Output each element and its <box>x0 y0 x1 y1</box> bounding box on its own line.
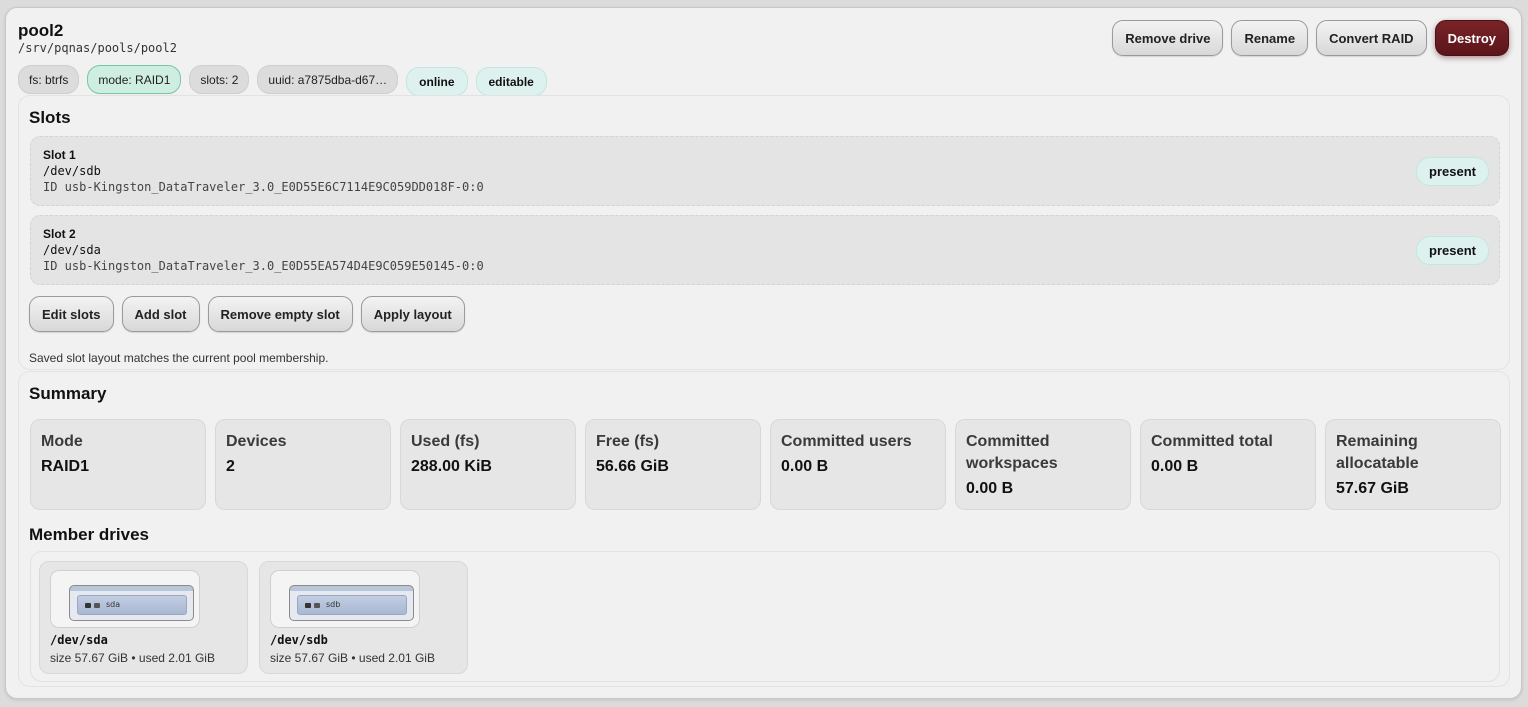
stat-label: Committed total <box>1151 433 1273 450</box>
rename-button[interactable]: Rename <box>1231 20 1309 56</box>
stat-value: 288.00 KiB <box>411 458 492 475</box>
pool-actions: Remove drive Rename Convert RAID Destroy <box>1112 20 1509 56</box>
stat-label: Used (fs) <box>411 433 480 450</box>
drive-device: /dev/sda <box>50 633 108 647</box>
pool-title: pool2 <box>18 21 64 40</box>
destroy-button[interactable]: Destroy <box>1434 20 1509 56</box>
slot-layout-note: Saved slot layout matches the current po… <box>29 351 329 365</box>
drive-size: size 57.67 GiB • used 2.01 GiB <box>50 651 215 665</box>
slot-device: /dev/sdb <box>43 164 101 178</box>
slot-status-badge: present <box>1416 157 1489 186</box>
editable-badge: editable <box>475 67 547 96</box>
stat-committed-users: Committed users 0.00 B <box>770 419 946 510</box>
drive-card[interactable]: sda /dev/sda size 57.67 GiB • used 2.01 … <box>39 561 248 674</box>
convert-raid-button[interactable]: Convert RAID <box>1316 20 1427 56</box>
stat-remaining-allocatable: Remaining allocatable 57.67 GiB <box>1325 419 1501 510</box>
stat-label: Committed users <box>781 433 912 450</box>
slot-row: Slot 1 /dev/sdb ID usb-Kingston_DataTrav… <box>30 136 1500 206</box>
stat-free: Free (fs) 56.66 GiB <box>585 419 761 510</box>
pool-card: pool2 /srv/pqnas/pools/pool2 Remove driv… <box>5 7 1522 699</box>
add-slot-button[interactable]: Add slot <box>121 296 200 332</box>
stat-label: Committed workspaces <box>966 433 1058 472</box>
slot-id: ID usb-Kingston_DataTraveler_3.0_E0D55EA… <box>43 259 484 273</box>
stat-label: Mode <box>41 433 83 450</box>
slots-section: Slots Slot 1 /dev/sdb ID usb-Kingston_Da… <box>18 95 1510 370</box>
slot-row: Slot 2 /dev/sda ID usb-Kingston_DataTrav… <box>30 215 1500 285</box>
stat-value: RAID1 <box>41 458 90 475</box>
stat-label: Free (fs) <box>596 433 660 450</box>
member-drives-title: Member drives <box>29 525 149 544</box>
slot-device: /dev/sda <box>43 243 101 257</box>
slot-name: Slot 2 <box>43 227 76 241</box>
slot-id: ID usb-Kingston_DataTraveler_3.0_E0D55E6… <box>43 180 484 194</box>
slot-status-badge: present <box>1416 236 1489 265</box>
stat-value: 0.00 B <box>781 458 829 475</box>
stat-committed-workspaces: Committed workspaces 0.00 B <box>955 419 1131 510</box>
stat-value: 2 <box>226 458 235 475</box>
stat-committed-total: Committed total 0.00 B <box>1140 419 1316 510</box>
slot-actions: Edit slots Add slot Remove empty slot Ap… <box>29 296 465 332</box>
stat-value: 0.00 B <box>966 480 1014 497</box>
mode-chip: mode: RAID1 <box>87 65 182 94</box>
slots-title: Slots <box>29 108 71 127</box>
summary-section: Summary Mode RAID1 Devices 2 Used (fs) 2… <box>18 371 1510 687</box>
uuid-chip: uuid: a7875dba-d67… <box>257 65 399 94</box>
stat-value: 57.67 GiB <box>1336 480 1409 497</box>
pool-chips: fs: btrfs mode: RAID1 slots: 2 uuid: a78… <box>18 65 547 96</box>
remove-empty-slot-button[interactable]: Remove empty slot <box>207 296 353 332</box>
edit-slots-button[interactable]: Edit slots <box>29 296 114 332</box>
stat-used: Used (fs) 288.00 KiB <box>400 419 576 510</box>
drive-card[interactable]: sdb /dev/sdb size 57.67 GiB • used 2.01 … <box>259 561 468 674</box>
drive-icon-label: sdb <box>326 600 341 609</box>
slots-chip: slots: 2 <box>189 65 250 94</box>
fs-chip: fs: btrfs <box>18 65 80 94</box>
stat-value: 56.66 GiB <box>596 458 669 475</box>
usb-drive-icon: sda <box>50 570 200 628</box>
drive-size: size 57.67 GiB • used 2.01 GiB <box>270 651 435 665</box>
apply-layout-button[interactable]: Apply layout <box>360 296 465 332</box>
stat-mode: Mode RAID1 <box>30 419 206 510</box>
drive-device: /dev/sdb <box>270 633 328 647</box>
online-badge: online <box>406 67 468 96</box>
usb-drive-icon: sdb <box>270 570 420 628</box>
member-drives: sda /dev/sda size 57.67 GiB • used 2.01 … <box>30 551 1500 682</box>
slot-name: Slot 1 <box>43 148 76 162</box>
drive-icon-label: sda <box>106 600 121 609</box>
summary-title: Summary <box>29 384 107 403</box>
stat-devices: Devices 2 <box>215 419 391 510</box>
summary-stats: Mode RAID1 Devices 2 Used (fs) 288.00 Ki… <box>30 419 1501 510</box>
stat-value: 0.00 B <box>1151 458 1199 475</box>
stat-label: Devices <box>226 433 287 450</box>
pool-path: /srv/pqnas/pools/pool2 <box>18 41 177 55</box>
remove-drive-button[interactable]: Remove drive <box>1112 20 1224 56</box>
stat-label: Remaining allocatable <box>1336 433 1419 472</box>
